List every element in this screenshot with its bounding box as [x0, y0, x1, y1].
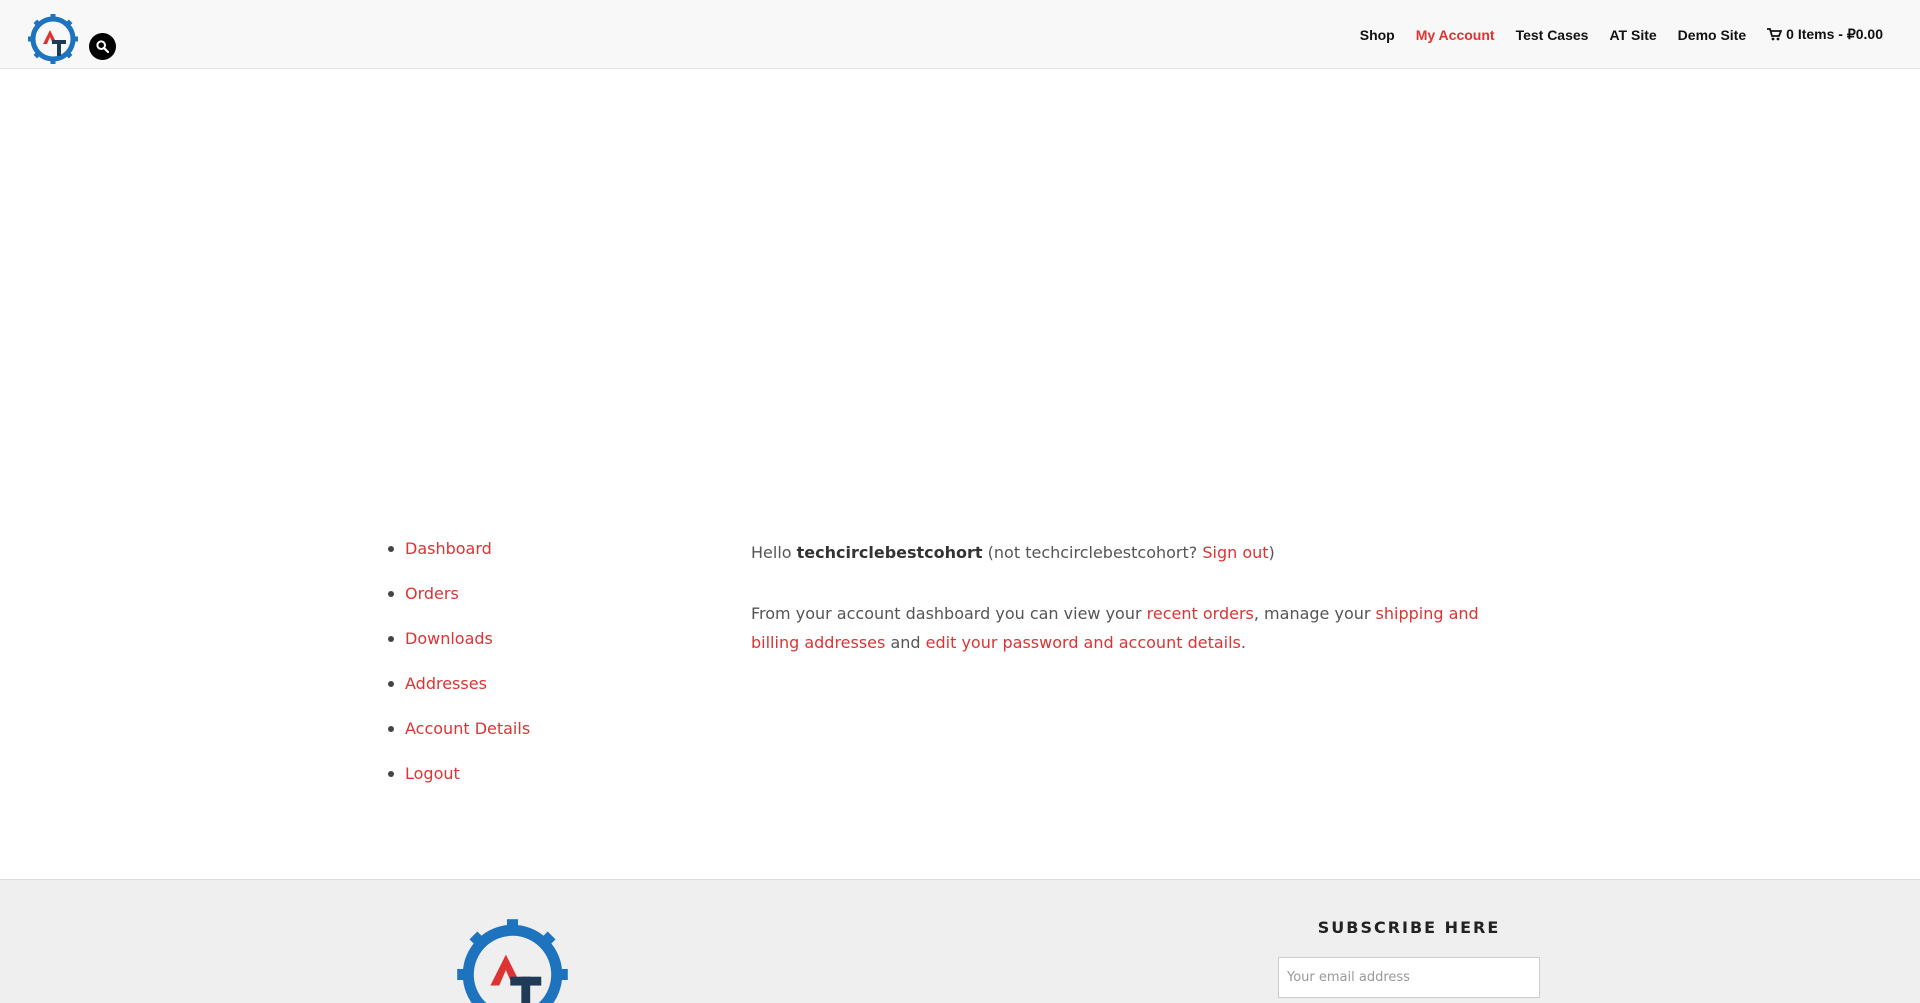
nav-test-cases[interactable]: Test Cases: [1516, 27, 1589, 43]
account-nav-dashboard[interactable]: Dashboard: [405, 539, 492, 558]
main-content: Dashboard Orders Downloads Addresses Acc…: [0, 70, 1920, 880]
greeting-hello: Hello: [751, 543, 797, 562]
username: techcirclebestcohort: [796, 543, 983, 562]
subscribe-email-input[interactable]: [1278, 957, 1540, 998]
dashboard-description: From your account dashboard you can view…: [751, 599, 1491, 657]
account-nav-account-details[interactable]: Account Details: [405, 719, 530, 738]
nav-at-site[interactable]: AT Site: [1609, 27, 1656, 43]
dashboard-text-1: From your account dashboard you can view…: [751, 604, 1147, 623]
dashboard-text-2: , manage your: [1253, 604, 1376, 623]
account-navigation: Dashboard Orders Downloads Addresses Acc…: [385, 538, 530, 808]
nav-shop[interactable]: Shop: [1360, 27, 1395, 43]
search-button[interactable]: [89, 33, 116, 60]
account-nav-item: Addresses: [385, 673, 530, 718]
account-nav-item: Logout: [385, 763, 530, 808]
sign-out-link[interactable]: Sign out: [1202, 543, 1268, 562]
main-nav: Shop My Account Test Cases AT Site Demo …: [1339, 26, 1883, 43]
nav-my-account[interactable]: My Account: [1416, 27, 1495, 43]
account-nav-orders[interactable]: Orders: [405, 584, 459, 603]
account-nav-item: Orders: [385, 583, 530, 628]
account-nav-downloads[interactable]: Downloads: [405, 629, 493, 648]
greeting-close: ): [1268, 543, 1275, 562]
account-nav-addresses[interactable]: Addresses: [405, 674, 487, 693]
site-footer: SUBSCRIBE HERE: [0, 879, 1920, 1003]
account-nav-item: Dashboard: [385, 538, 530, 583]
greeting-text: Hello techcirclebestcohort (not techcirc…: [751, 538, 1491, 567]
footer-logo: [457, 919, 568, 1003]
cart-summary: 0 Items - ₽0.00: [1786, 26, 1883, 42]
dashboard-text-4: .: [1240, 633, 1246, 652]
nav-demo-site[interactable]: Demo Site: [1678, 27, 1746, 43]
account-nav-item: Downloads: [385, 628, 530, 673]
site-logo[interactable]: [27, 13, 79, 65]
site-header: Shop My Account Test Cases AT Site Demo …: [0, 0, 1920, 69]
account-nav-logout[interactable]: Logout: [405, 764, 460, 783]
dashboard-text-3: and: [885, 633, 926, 652]
account-nav-item: Account Details: [385, 718, 530, 763]
subscribe-heading: SUBSCRIBE HERE: [1317, 918, 1501, 937]
nav-cart[interactable]: 0 Items - ₽0.00: [1767, 26, 1883, 43]
account-details-link[interactable]: edit your password and account details: [926, 633, 1241, 652]
recent-orders-link[interactable]: recent orders: [1147, 604, 1254, 623]
account-dashboard: Hello techcirclebestcohort (not techcirc…: [751, 538, 1491, 689]
greeting-not-user: (not techcirclebestcohort?: [982, 543, 1203, 562]
cart-icon: [1767, 28, 1783, 41]
search-icon: [96, 40, 109, 53]
